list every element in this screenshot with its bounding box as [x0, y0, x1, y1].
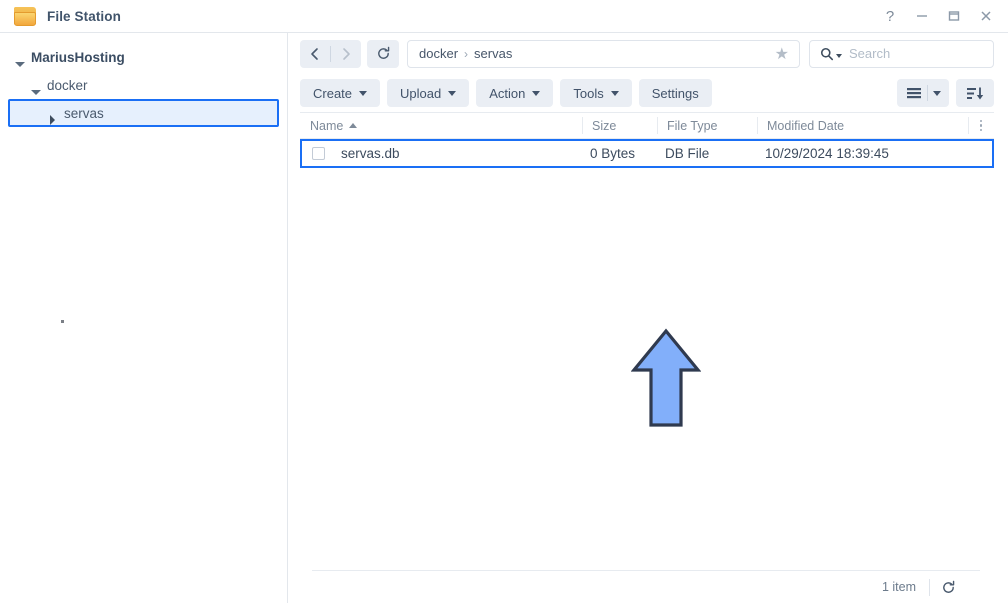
- file-size-cell: 0 Bytes: [590, 146, 636, 161]
- sidebar-item-label: servas: [64, 105, 104, 121]
- sort-button[interactable]: [956, 79, 994, 107]
- breadcrumb-separator: ›: [464, 46, 469, 61]
- chevron-down-icon[interactable]: [836, 53, 842, 58]
- column-header-size[interactable]: Size: [582, 113, 657, 138]
- sidebar-item-docker[interactable]: docker: [0, 71, 287, 99]
- status-refresh-button[interactable]: [930, 575, 966, 599]
- app-title: File Station: [47, 8, 121, 24]
- column-header-name[interactable]: Name: [300, 113, 582, 138]
- title-bar: File Station ?: [0, 0, 1008, 33]
- search-box[interactable]: [809, 39, 994, 68]
- file-name-label: servas.db: [341, 146, 400, 161]
- search-input[interactable]: [849, 46, 985, 61]
- forward-button[interactable]: [331, 40, 361, 68]
- toolbar-right-group: [897, 79, 994, 107]
- column-header-name-label: Name: [310, 118, 344, 133]
- file-date-cell: 10/29/2024 18:39:45: [765, 146, 889, 161]
- breadcrumb-item-servas[interactable]: servas: [474, 46, 512, 61]
- sidebar-item-servas[interactable]: servas: [8, 99, 279, 127]
- sidebar-item-label: docker: [47, 77, 88, 93]
- chevron-down-icon: [933, 90, 941, 96]
- file-list: Name Size File Type Modified Date servas…: [288, 112, 1008, 603]
- kebab-menu-icon[interactable]: [968, 113, 994, 138]
- breadcrumb-item-docker[interactable]: docker: [419, 46, 458, 61]
- create-button-label: Create: [313, 85, 353, 101]
- sidebar-item-mariushosting[interactable]: MariusHosting: [0, 43, 287, 71]
- search-icon[interactable]: [820, 47, 842, 61]
- upload-button-label: Upload: [400, 85, 442, 101]
- table-row[interactable]: servas.db 0 Bytes DB File 10/29/2024 18:…: [300, 139, 994, 168]
- chevron-down-icon: [610, 90, 619, 96]
- list-view-icon[interactable]: [900, 79, 927, 107]
- column-header-modified-date[interactable]: Modified Date: [757, 113, 968, 138]
- action-button[interactable]: Action: [476, 79, 554, 107]
- maximize-icon[interactable]: [938, 1, 970, 31]
- file-icon[interactable]: [312, 147, 325, 160]
- star-icon[interactable]: ★: [775, 44, 791, 64]
- sidebar-item-label: MariusHosting: [31, 49, 125, 65]
- column-headers: Name Size File Type Modified Date: [300, 112, 994, 139]
- minimize-icon[interactable]: [906, 1, 938, 31]
- settings-button[interactable]: Settings: [638, 79, 712, 107]
- column-header-file-type-label: File Type: [667, 118, 718, 133]
- sort-ascending-icon: [349, 123, 358, 128]
- help-button[interactable]: ?: [874, 1, 906, 31]
- nav-history-group: [300, 39, 361, 68]
- window-controls: ?: [874, 1, 1002, 31]
- item-count: 1 item: [881, 580, 916, 594]
- file-station-window: File Station ? MariusHosting docker serv…: [0, 0, 1008, 603]
- back-button[interactable]: [300, 40, 330, 68]
- toolbar: Create Upload Action Tools Settings: [288, 74, 1008, 112]
- status-bar: 1 item: [312, 570, 980, 603]
- action-button-label: Action: [489, 85, 526, 101]
- create-button[interactable]: Create: [300, 79, 381, 107]
- tools-button-label: Tools: [573, 85, 604, 101]
- column-header-file-type[interactable]: File Type: [657, 113, 757, 138]
- column-header-size-label: Size: [592, 118, 617, 133]
- view-mode-group: [897, 79, 949, 107]
- file-type-cell: DB File: [665, 146, 710, 161]
- window-body: MariusHosting docker servas docker › ser…: [0, 33, 1008, 603]
- folder-icon: [14, 6, 36, 26]
- file-name-cell: servas.db: [302, 141, 580, 166]
- chevron-down-icon: [532, 90, 541, 96]
- chevron-down-icon: [359, 90, 368, 96]
- navigation-bar: docker › servas ★: [288, 33, 1008, 74]
- upload-button[interactable]: Upload: [387, 79, 470, 107]
- column-header-modified-date-label: Modified Date: [767, 118, 845, 133]
- view-mode-dropdown[interactable]: [928, 79, 946, 107]
- annotation-arrow-up: [631, 328, 701, 427]
- chevron-down-icon: [448, 90, 457, 96]
- main-panel: docker › servas ★ Create: [288, 33, 1008, 603]
- settings-button-label: Settings: [651, 85, 699, 101]
- file-rows: servas.db 0 Bytes DB File 10/29/2024 18:…: [300, 139, 994, 570]
- breadcrumb[interactable]: docker › servas ★: [407, 39, 800, 68]
- sidebar: MariusHosting docker servas: [0, 33, 288, 603]
- sidebar-artifact-dot: [61, 320, 64, 323]
- tools-button[interactable]: Tools: [560, 79, 632, 107]
- close-icon[interactable]: [970, 1, 1002, 31]
- refresh-button[interactable]: [367, 39, 399, 68]
